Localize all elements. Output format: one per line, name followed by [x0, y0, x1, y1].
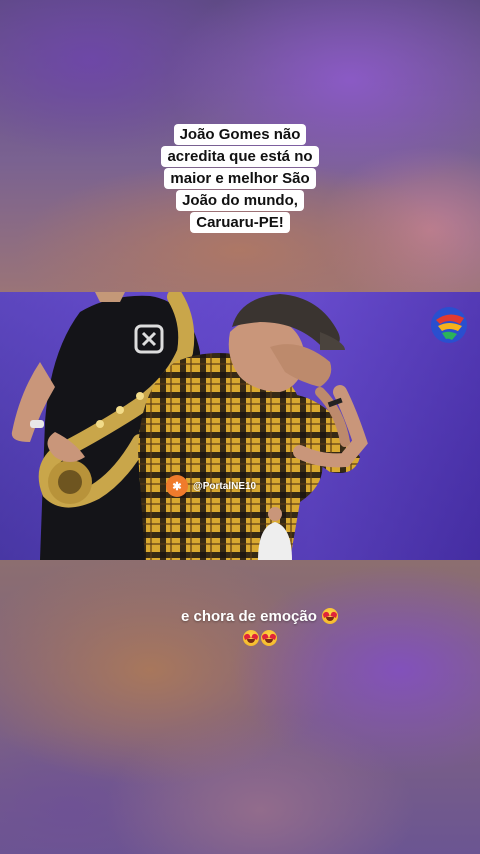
heart-eyes-emoji-icon [322, 608, 339, 624]
watermark: ✱ @PortalNE10 [166, 475, 256, 497]
bottom-caption: e chora de emoção [140, 606, 380, 650]
top-caption-line: maior e melhor São [164, 168, 316, 189]
video-scene [0, 292, 480, 560]
story-screen: João Gomes não acredita que está no maio… [0, 0, 480, 854]
top-caption-line: Caruaru-PE! [190, 212, 290, 233]
channel-logo-icon [430, 306, 468, 344]
heart-eyes-emoji-icon [243, 630, 259, 646]
video-frame[interactable]: ✱ @PortalNE10 [0, 292, 480, 562]
top-caption-line: João do mundo, [176, 190, 304, 211]
portal-logo-icon: ✱ [166, 475, 188, 497]
top-caption-line: João Gomes não [173, 124, 307, 145]
bottom-caption-text: e chora de emoção [180, 608, 317, 625]
blurred-background-bottom [0, 560, 480, 854]
top-caption-line: acredita que está no [161, 146, 319, 167]
watermark-text: @PortalNE10 [193, 480, 257, 492]
top-caption: João Gomes não acredita que está no maio… [150, 124, 330, 234]
heart-eyes-emoji-icon [261, 630, 277, 646]
